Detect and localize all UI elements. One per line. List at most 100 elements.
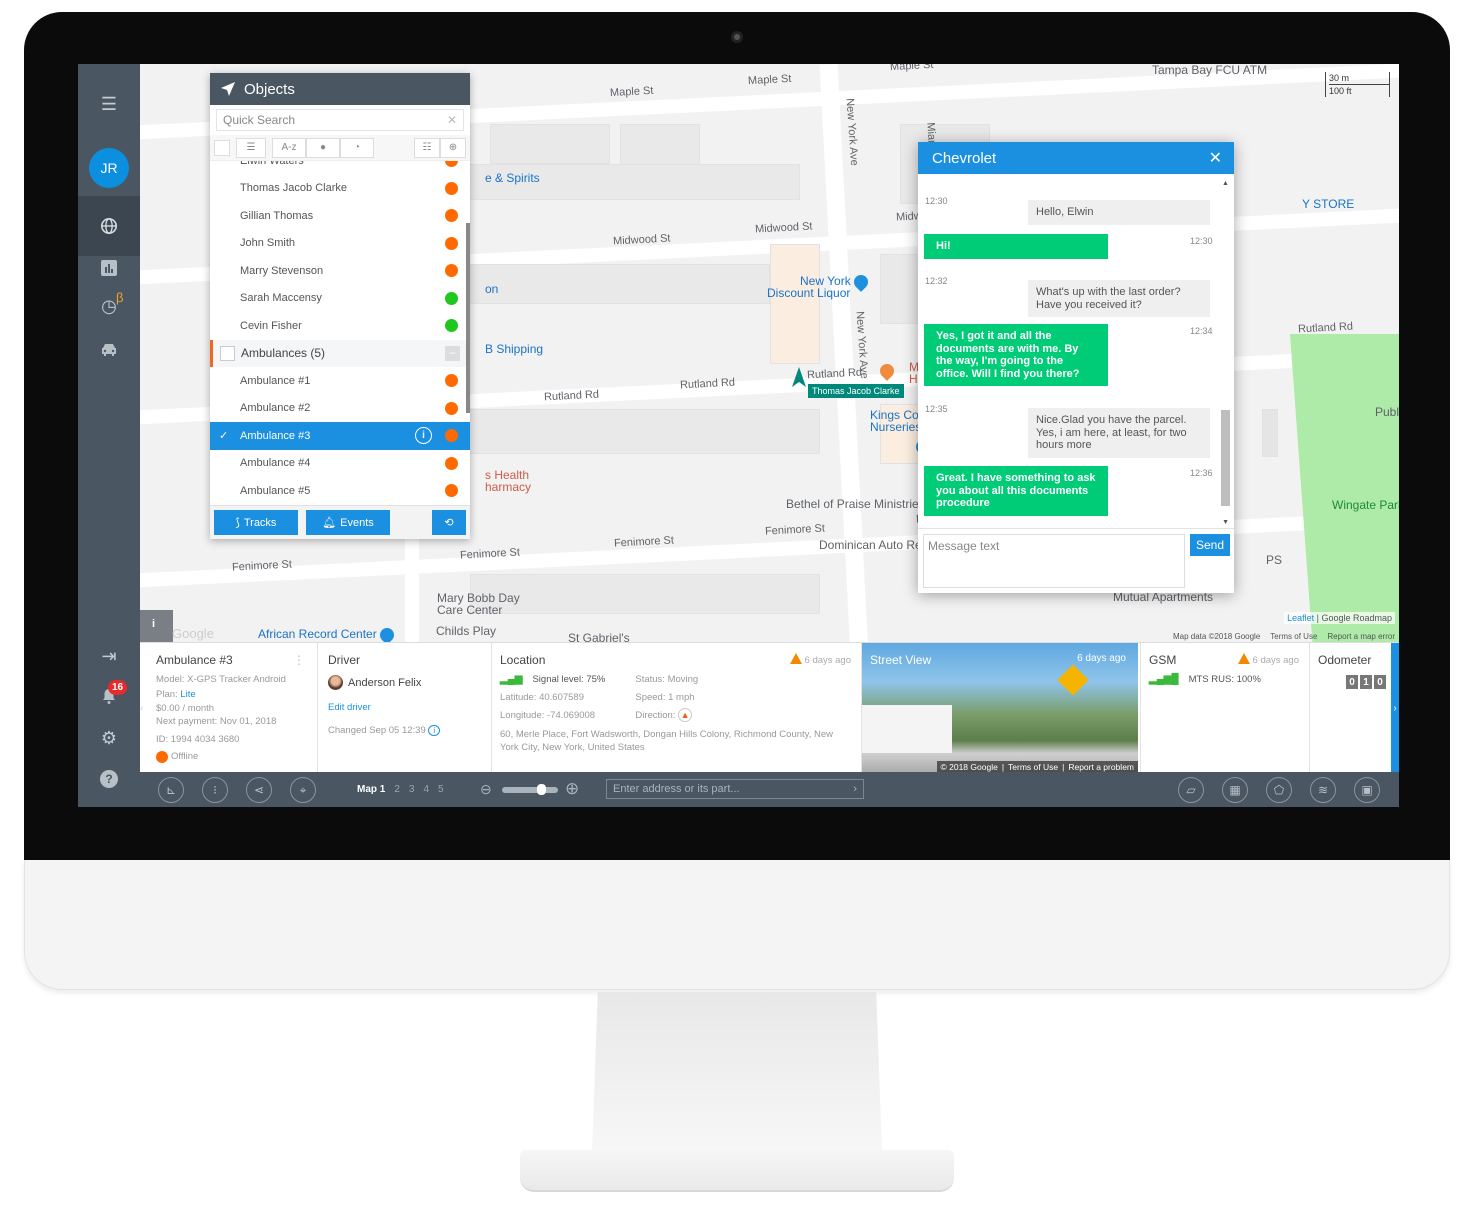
zoom-slider-handle[interactable] — [537, 784, 547, 795]
edit-driver-link[interactable]: Edit driver — [328, 700, 483, 715]
avatar[interactable]: JR — [89, 148, 129, 188]
map-tab[interactable]: 5 — [438, 784, 444, 795]
terms-link[interactable]: Terms of Use — [1270, 632, 1317, 641]
map-tab[interactable]: 4 — [423, 784, 429, 795]
traffic-light-icon[interactable]: ⁝ — [202, 777, 228, 803]
sort-az-button[interactable]: A-z — [272, 137, 306, 158]
sort-speed-button[interactable]: ◔ — [340, 137, 374, 158]
scroll-up-arrow[interactable]: ▲ — [1222, 180, 1231, 187]
map-pin-icon[interactable]: ⌖ — [290, 777, 316, 803]
list-item[interactable]: Sarah Maccensy — [210, 285, 470, 313]
report-problem-link[interactable]: Report a problem — [1068, 762, 1134, 772]
message-time: 12:35 — [925, 404, 948, 414]
address-placeholder: Enter address or its part... — [613, 783, 740, 795]
building — [470, 574, 820, 614]
layers-icon[interactable]: ≋ — [1310, 777, 1336, 803]
scroll-down-arrow[interactable]: ▼ — [1222, 519, 1229, 526]
camera — [731, 31, 743, 43]
info-icon[interactable]: i — [415, 427, 432, 445]
list-view-button[interactable]: ☰ — [236, 137, 266, 158]
list-item[interactable]: Elwin Waters — [210, 161, 470, 175]
leaflet-link[interactable]: Leaflet — [1287, 613, 1314, 623]
globe-icon[interactable] — [78, 196, 140, 256]
locate-crosshair-icon[interactable]: ⊕ — [440, 137, 466, 158]
poi-label: Childs Play — [436, 624, 497, 638]
list-item[interactable]: ✓ i Ambulance #3 — [210, 422, 470, 450]
vehicle-label[interactable]: Thomas Jacob Clarke — [808, 384, 904, 398]
scroll-right-button[interactable]: › — [1391, 643, 1399, 773]
map-toolbar: ⊾ ⁝ ⋖ ⌖ Map 1 2345 ⊖ ⊕ Enter address or i… — [140, 772, 1399, 807]
tracks-button[interactable]: ⟆ Tracks — [214, 510, 298, 535]
polygon-icon[interactable]: ⬠ — [1266, 777, 1292, 803]
group-row[interactable]: Ambulances (5) − — [210, 339, 470, 367]
car-icon[interactable] — [78, 330, 140, 370]
geofence-clock-icon[interactable]: ◷ — [78, 286, 140, 326]
message-time: 12:30 — [1190, 236, 1213, 246]
zoom-slider[interactable] — [502, 784, 558, 795]
zoom-out-icon[interactable]: ⊖ — [480, 781, 492, 798]
poi-label: Publ — [1375, 405, 1399, 419]
street-label: Maple St — [747, 72, 792, 88]
list-item[interactable]: Thomas Jacob Clarke — [210, 175, 470, 203]
address-search-input[interactable]: Enter address or its part... › — [606, 779, 864, 799]
zoom-in-icon[interactable]: ⊕ — [565, 779, 579, 799]
map-tab[interactable]: 2 — [394, 784, 400, 795]
more-vertical-icon[interactable]: ⋮ — [293, 653, 305, 667]
chart-icon[interactable] — [78, 248, 140, 288]
incoming-message: Nice.Glad you have the parcel. Yes, i am… — [1028, 408, 1210, 458]
select-all-checkbox[interactable] — [214, 139, 230, 156]
row-label: Ambulance #1 — [240, 374, 311, 387]
list-item[interactable]: Ambulance #1 — [210, 367, 470, 395]
list-item[interactable]: Ambulance #4 — [210, 450, 470, 478]
close-icon[interactable]: ✕ — [1209, 148, 1222, 168]
vehicle-arrow-icon[interactable] — [792, 367, 806, 387]
terms-link[interactable]: Terms of Use — [1008, 762, 1058, 772]
building — [1262, 409, 1278, 457]
map-info-button[interactable]: i — [140, 610, 173, 642]
share-icon[interactable]: ⋖ — [246, 777, 272, 803]
scroll-left-icon[interactable]: ‹ — [140, 703, 143, 714]
sort-status-button[interactable]: ● — [306, 137, 340, 158]
collapse-group-icon[interactable]: − — [445, 345, 460, 361]
signal-label: Signal level: 75% — [532, 674, 606, 685]
monitor-stand — [592, 992, 882, 1152]
menu-icon[interactable]: ☰ — [78, 84, 140, 124]
object-id: ID: 1994 4034 3680 — [156, 734, 240, 745]
map-tab[interactable]: Map 1 — [357, 784, 385, 795]
fullscreen-window-icon[interactable]: ▣ — [1354, 777, 1380, 803]
list-item[interactable]: Gillian Thomas — [210, 202, 470, 230]
eraser-icon[interactable]: ▱ — [1178, 777, 1204, 803]
street-view-card[interactable]: Street View 6 days ago © 2018 Google | Te… — [862, 643, 1138, 773]
map-tab[interactable]: 3 — [409, 784, 415, 795]
list-item[interactable]: Ambulance #2 — [210, 395, 470, 423]
group-checkbox[interactable] — [220, 345, 235, 361]
check-icon[interactable]: ✓ — [219, 429, 228, 442]
login-icon[interactable]: ⇥ — [78, 636, 140, 676]
map-poi-icon[interactable]: ▦ — [1222, 777, 1248, 803]
filter-sliders-icon[interactable]: ☷ — [414, 137, 440, 158]
chevron-right-icon[interactable]: › — [853, 783, 857, 795]
send-button[interactable]: Send — [1190, 534, 1230, 556]
help-icon[interactable]: ? — [78, 759, 140, 799]
quick-search-input[interactable]: Quick Search ✕ — [216, 109, 464, 131]
chat-scroll-thumb[interactable] — [1221, 410, 1230, 506]
clear-search-icon[interactable]: ✕ — [447, 113, 457, 127]
objects-scrollbar[interactable] — [466, 223, 470, 413]
history-button[interactable]: ⟲ — [432, 510, 466, 535]
list-item[interactable]: Marry Stevenson — [210, 257, 470, 285]
message-input[interactable]: Message text — [923, 534, 1185, 588]
street-label: New York Ave — [843, 97, 861, 167]
gear-icon[interactable]: ⚙ — [78, 718, 140, 758]
ruler-icon[interactable]: ⊾ — [158, 777, 184, 803]
report-map-error-link[interactable]: Report a map error — [1327, 632, 1395, 641]
list-item[interactable]: Ambulance #5 — [210, 477, 470, 501]
location-col-1: ▂▄▆ Signal level: 75% Latitude: 40.607589… — [500, 672, 605, 723]
list-item[interactable]: John Smith — [210, 230, 470, 258]
status-dot — [445, 319, 458, 333]
plan-link[interactable]: Lite — [180, 689, 195, 700]
outgoing-message: Hi! — [924, 234, 1108, 259]
list-item[interactable]: Cevin Fisher — [210, 312, 470, 340]
events-button[interactable]: 🔔︎ Events — [306, 510, 390, 535]
status-dot — [445, 161, 458, 168]
info-icon[interactable]: i — [428, 725, 441, 736]
